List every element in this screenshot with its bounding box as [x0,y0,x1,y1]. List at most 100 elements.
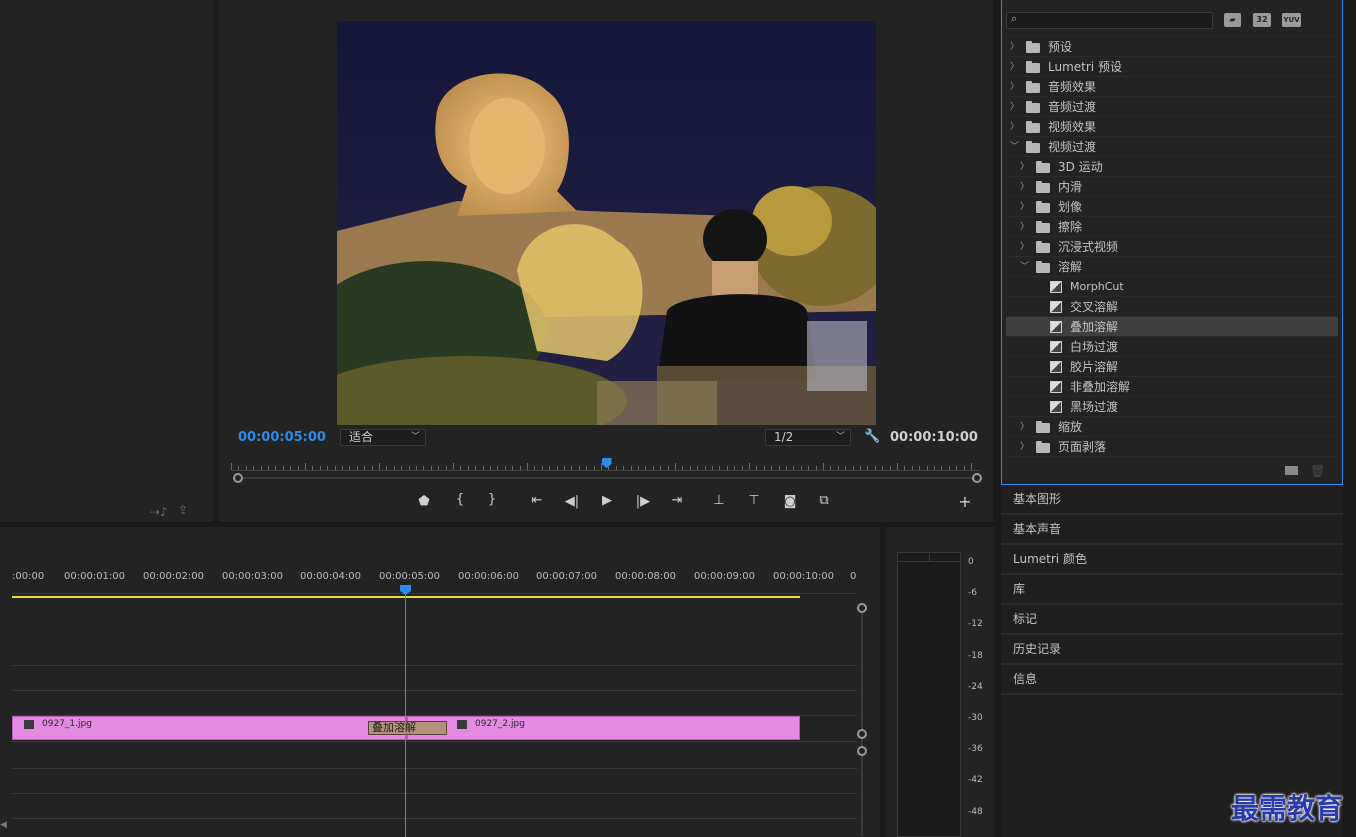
effects-tree-item[interactable]: 〉 3D 运动 [1006,157,1338,177]
clip-0927-1[interactable]: 0927_1.jpg [12,716,407,740]
side-panel-item[interactable]: 信息 [1001,665,1343,695]
clip-name: 0927_2.jpg [475,719,525,729]
chevron-right-icon[interactable]: 〉 [1010,117,1019,137]
effects-tree-item[interactable]: 〉 划像 [1006,197,1338,217]
ruler-tick [268,466,269,470]
lift-icon[interactable]: ⊥ [709,493,729,508]
ruler-tick [527,463,528,470]
effects-tree-item[interactable]: 〉 视频效果 [1006,117,1338,137]
work-area-bar[interactable] [12,596,800,598]
go-to-out-icon[interactable]: ⇥ [667,493,687,508]
effects-tree-item[interactable]: 交叉溶解 [1006,297,1338,317]
side-panel-item[interactable]: 基本声音 [1001,515,1343,545]
chevron-down-icon[interactable]: ﹀ [1020,257,1029,277]
meter-scale-label: -36 [968,744,983,755]
effects-tree-item[interactable]: 〉 预设 [1006,37,1338,57]
side-panel-item[interactable]: 库 [1001,575,1343,605]
ruler-tick [408,466,410,470]
mark-in-icon[interactable]: { [450,492,470,507]
marker-icon[interactable]: ⬟ [414,494,434,509]
32bit-effects-icon[interactable]: 32 [1253,13,1271,27]
yuv-effects-icon[interactable]: YUV [1282,13,1301,27]
clip-0927-2[interactable]: 0927_2.jpg [407,716,800,740]
side-panel-item[interactable]: 基本图形 [1001,485,1343,515]
export-icon[interactable]: ⇪ [178,503,188,517]
ruler-tick [852,466,854,470]
folder-icon [1036,261,1050,273]
chevron-down-icon[interactable]: ﹀ [1010,137,1019,157]
chevron-down-icon: ﹀ [835,432,845,442]
zoom-scrollbar[interactable] [236,477,976,479]
chevron-right-icon[interactable]: 〉 [1010,57,1019,77]
play-icon[interactable]: ▶ [597,493,617,508]
mark-out-icon[interactable]: } [482,492,502,507]
effects-tree-item[interactable]: 〉 沉浸式视频 [1006,237,1338,257]
effects-tree-item[interactable]: 黑场过渡 [1006,397,1338,417]
vscroll-handle-bottom[interactable] [857,746,867,756]
folder-icon [1036,221,1050,233]
ruler-tick [726,466,728,470]
preset-folder-icon [1026,61,1040,73]
vscroll-handle-mid[interactable] [857,729,867,739]
effects-tree-item[interactable]: 〉 音频效果 [1006,77,1338,97]
ruler-tick [541,466,543,470]
chevron-right-icon[interactable]: 〉 [1020,437,1029,457]
chevron-right-icon[interactable]: 〉 [1010,37,1019,57]
effects-tree-item[interactable]: 〉 音频过渡 [1006,97,1338,117]
effects-tree-label: 擦除 [1058,220,1083,234]
effects-tree-label: 非叠加溶解 [1070,380,1131,394]
zoom-handle-right[interactable] [972,473,982,483]
effects-tree-item[interactable]: 〉 缩放 [1006,417,1338,437]
ruler-tick [393,466,395,470]
side-panel-item[interactable]: 历史记录 [1001,635,1343,665]
effects-tree-item[interactable]: ﹀ 溶解 [1006,257,1338,277]
add-button-icon[interactable]: + [955,492,975,511]
effects-tree-item[interactable]: 叠加溶解 [1006,317,1338,337]
chevron-right-icon[interactable]: 〉 [1020,417,1029,437]
accelerated-effects-icon[interactable]: ▰ [1224,13,1241,27]
scroll-left-icon[interactable]: ◀ [0,820,7,830]
effects-tree-item[interactable]: 〉 Lumetri 预设 [1006,57,1338,77]
effects-tree-label: 缩放 [1058,420,1083,434]
transition-overlay-dissolve[interactable]: 叠加溶解 [368,721,447,735]
chevron-right-icon[interactable]: 〉 [1020,237,1029,257]
effects-tree-item[interactable]: ﹀ 视频过渡 [1006,137,1338,157]
transition-icon [1050,281,1062,293]
new-bin-icon[interactable] [1285,466,1298,475]
effects-tree-item[interactable]: 胶片溶解 [1006,357,1338,377]
folder-icon [1026,141,1040,153]
step-back-icon[interactable]: ◀| [562,494,582,509]
step-forward-icon[interactable]: |▶ [633,494,653,509]
chevron-right-icon[interactable]: 〉 [1010,77,1019,97]
zoom-handle-left[interactable] [233,473,243,483]
ruler-tick [556,466,558,470]
chevron-right-icon[interactable]: 〉 [1020,157,1029,177]
effects-tree-item[interactable]: 〉 页面剥落 [1006,437,1338,457]
vscroll-handle-top[interactable] [857,603,867,613]
effects-tree-item[interactable]: MorphCut [1006,277,1338,297]
timeline-vscroll[interactable] [861,608,863,836]
chevron-right-icon[interactable]: 〉 [1020,177,1029,197]
trash-icon[interactable]: 🗑 [1310,464,1325,478]
wrench-icon[interactable]: 🔧 [864,429,880,444]
resolution-select[interactable]: 1/2 ﹀ [765,429,851,446]
fit-select[interactable]: 适合 ﹀ [340,429,426,446]
side-panel-item[interactable]: Lumetri 颜色 [1001,545,1343,575]
chevron-right-icon[interactable]: 〉 [1010,97,1019,117]
insert-audio-icon[interactable]: ⇢♪ [150,505,168,519]
extract-icon[interactable]: ⊤ [744,493,764,508]
export-frame-icon[interactable]: ◙ [780,494,800,509]
effects-tree-item[interactable]: 白场过渡 [1006,337,1338,357]
effects-tree-item[interactable]: 〉 擦除 [1006,217,1338,237]
effects-tree-label: MorphCut [1070,280,1124,293]
current-timecode[interactable]: 00:00:05:00 [238,430,326,445]
ruler-tick [475,466,477,470]
effects-search-input[interactable]: ⌕ [1006,12,1213,29]
effects-tree-item[interactable]: 非叠加溶解 [1006,377,1338,397]
effects-tree-item[interactable]: 〉 内滑 [1006,177,1338,197]
go-to-in-icon[interactable]: ⇤ [527,493,547,508]
compare-view-icon[interactable]: ⧉ [814,493,834,508]
side-panel-item[interactable]: 标记 [1001,605,1343,635]
chevron-right-icon[interactable]: 〉 [1020,217,1029,237]
chevron-right-icon[interactable]: 〉 [1020,197,1029,217]
